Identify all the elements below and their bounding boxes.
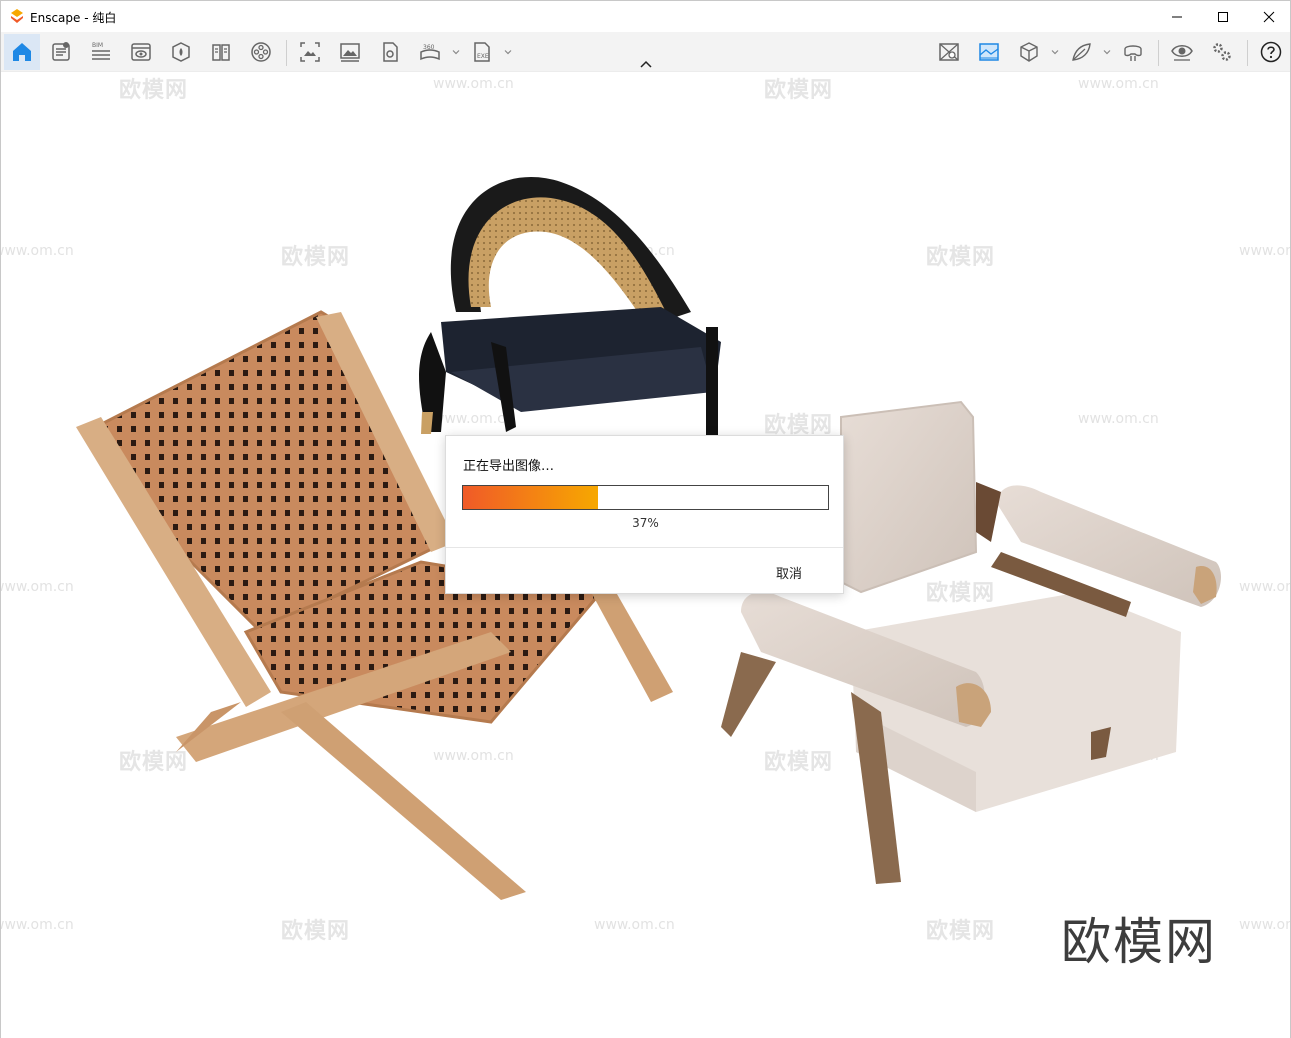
progress-fill xyxy=(463,486,599,509)
video-editor-icon xyxy=(251,42,271,62)
leaf-button[interactable] xyxy=(1065,36,1097,68)
notes-button[interactable] xyxy=(45,36,77,68)
view-management-icon xyxy=(131,43,151,61)
export-progress-bar xyxy=(462,485,829,510)
export-exe-button[interactable]: EXE xyxy=(466,36,498,68)
toolbar-separator xyxy=(1158,40,1159,66)
cube-icon xyxy=(1020,42,1038,62)
chevron-down-icon[interactable] xyxy=(452,48,460,56)
settings-button[interactable] xyxy=(1206,36,1238,68)
chevron-down-icon[interactable] xyxy=(1051,48,1059,56)
title-bar[interactable]: Enscape - 纯白 xyxy=(1,1,1290,32)
export-panorama-button[interactable] xyxy=(374,36,406,68)
atmosphere-icon xyxy=(979,43,999,61)
help-icon xyxy=(1260,41,1282,63)
minimize-button[interactable] xyxy=(1154,1,1200,32)
batch-render-icon xyxy=(340,43,360,62)
window-title: Enscape - 纯白 xyxy=(30,11,117,25)
bim-icon: BIM xyxy=(92,42,110,60)
visual-settings-button[interactable] xyxy=(933,36,965,68)
leaf-icon xyxy=(1072,43,1091,61)
svg-text:EXE: EXE xyxy=(477,53,489,60)
close-button[interactable] xyxy=(1246,1,1291,32)
toolbar-separator xyxy=(286,40,287,66)
enscape-logo-icon xyxy=(11,9,23,23)
export-360-button[interactable]: 360 xyxy=(414,36,446,68)
chevron-down-icon[interactable] xyxy=(504,48,512,56)
eye-button[interactable] xyxy=(1166,36,1198,68)
screenshot-icon xyxy=(300,42,320,62)
visual-settings-icon xyxy=(939,43,959,61)
settings-icon xyxy=(1213,43,1231,61)
asset-library-icon xyxy=(172,42,190,62)
watermark-logo: 欧模网 xyxy=(1061,913,1217,971)
maximize-button[interactable] xyxy=(1200,1,1246,32)
cancel-button[interactable]: 取消 xyxy=(776,563,802,582)
vr-headset-button[interactable] xyxy=(1117,36,1149,68)
help-button[interactable] xyxy=(1255,36,1287,68)
progress-percent-label: 37% xyxy=(632,516,659,530)
video-editor-button[interactable] xyxy=(245,36,277,68)
enscape-window: Enscape - 纯白 BIM 360 EXE 欧模网 www.om.cn 欧… xyxy=(0,0,1291,1038)
dialog-divider xyxy=(446,547,843,548)
export-exe-icon: EXE xyxy=(474,42,490,62)
material-editor-icon xyxy=(212,44,230,61)
collapse-toolbar-chevron-icon[interactable] xyxy=(638,59,654,69)
vr-headset-icon xyxy=(1124,45,1142,61)
home-button[interactable] xyxy=(4,34,40,70)
svg-text:BIM: BIM xyxy=(92,42,103,49)
atmosphere-button[interactable] xyxy=(973,36,1005,68)
cube-button[interactable] xyxy=(1013,36,1045,68)
eye-icon xyxy=(1171,45,1193,61)
black-rattan-armchair xyxy=(419,177,721,437)
home-icon xyxy=(13,43,31,61)
render-viewport[interactable]: 欧模网 www.om.cn 欧模网 www.om.cn www.om.cn 欧模… xyxy=(1,72,1290,1038)
screenshot-button[interactable] xyxy=(294,36,326,68)
export-progress-dialog: 正在导出图像… 37% 取消 xyxy=(445,435,844,594)
view-management-button[interactable] xyxy=(125,36,157,68)
maximize-icon xyxy=(1218,11,1228,22)
notes-icon xyxy=(52,42,70,61)
minimize-icon xyxy=(1172,16,1182,17)
chevron-down-icon[interactable] xyxy=(1103,48,1111,56)
export-status-message: 正在导出图像… xyxy=(463,459,555,474)
material-editor-button[interactable] xyxy=(205,36,237,68)
batch-render-button[interactable] xyxy=(334,36,366,68)
asset-library-button[interactable] xyxy=(165,36,197,68)
close-icon xyxy=(1263,11,1275,22)
export-panorama-icon xyxy=(383,42,398,62)
export-360-icon: 360 xyxy=(420,44,440,61)
bim-button[interactable]: BIM xyxy=(85,36,117,68)
toolbar-separator xyxy=(1247,40,1248,66)
